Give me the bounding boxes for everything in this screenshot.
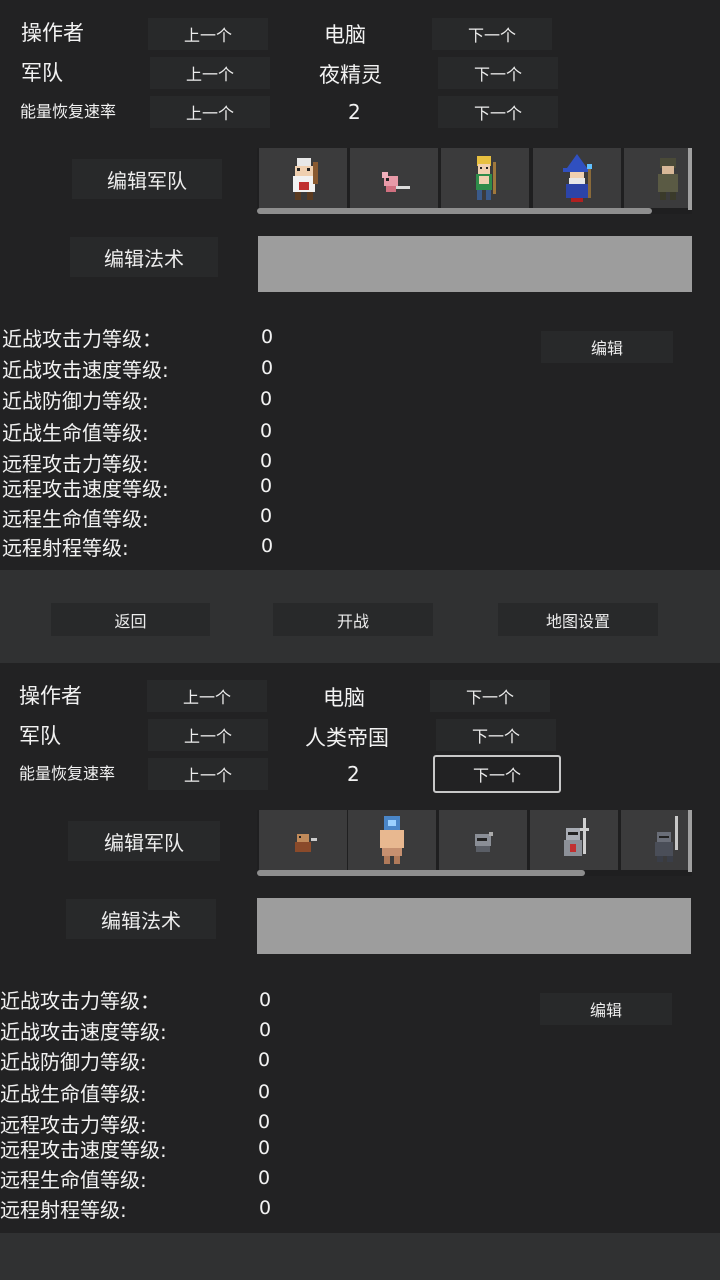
edit-stats-button[interactable]: 编辑	[541, 331, 673, 363]
operator-value: 电脑	[324, 23, 366, 47]
edit-spell-button[interactable]: 编辑法术	[66, 899, 216, 939]
knight-unit-icon	[564, 818, 589, 856]
stat-value: 0	[260, 505, 273, 527]
edit-spell-button[interactable]: 编辑法术	[70, 237, 218, 277]
stat-value: 0	[259, 989, 272, 1011]
unit-list-scrollbar[interactable]	[257, 870, 585, 876]
stat-label: 近战防御力等级:	[0, 1050, 147, 1074]
unit-slot[interactable]	[348, 810, 436, 870]
energy-next-button[interactable]: 下一个	[433, 755, 561, 793]
edit-army-button[interactable]: 编辑军队	[68, 821, 220, 861]
edit-stats-button[interactable]: 编辑	[540, 993, 672, 1025]
operator-prev-button[interactable]: 上一个	[148, 18, 268, 50]
operator-next-button[interactable]: 下一个	[430, 680, 550, 712]
stat-label: 远程攻击速度等级:	[0, 1138, 167, 1162]
army-next-button[interactable]: 下一个	[436, 719, 556, 751]
white-hood-unit-icon	[293, 158, 318, 200]
stat-label: 远程攻击力等级:	[0, 1113, 147, 1137]
energy-rate-value: 2	[347, 762, 360, 786]
stat-value: 0	[260, 388, 273, 410]
stat-label: 远程攻击速度等级:	[2, 477, 169, 501]
blue-wizard-unit-icon	[563, 154, 592, 202]
army-label: 军队	[21, 61, 63, 85]
unit-slot[interactable]	[259, 810, 347, 870]
unit-list-edge	[688, 810, 692, 872]
stat-label: 远程攻击力等级:	[2, 452, 149, 476]
army-value: 夜精灵	[319, 63, 382, 87]
operator-prev-button[interactable]: 上一个	[147, 680, 267, 712]
stat-value: 0	[260, 450, 273, 472]
swordsman-unit-icon	[655, 816, 678, 862]
map-settings-button[interactable]: 地图设置	[498, 603, 658, 636]
energy-prev-button[interactable]: 上一个	[148, 758, 268, 790]
energy-next-button[interactable]: 下一个	[438, 96, 558, 128]
unit-slot[interactable]	[441, 148, 529, 208]
stat-value: 0	[261, 535, 274, 557]
edit-army-button[interactable]: 编辑军队	[72, 159, 222, 199]
stat-label: 近战攻击速度等级:	[0, 1020, 167, 1044]
stat-value: 0	[259, 1197, 272, 1219]
unit-slot[interactable]	[259, 148, 347, 208]
dark-ranger-unit-icon	[658, 158, 678, 200]
unit-list[interactable]	[257, 148, 692, 214]
army-label: 军队	[19, 724, 61, 748]
stat-label: 近战防御力等级:	[2, 389, 149, 413]
stat-label: 远程射程等级:	[0, 1198, 127, 1222]
operator-value: 电脑	[323, 686, 365, 710]
back-button[interactable]: 返回	[51, 603, 210, 636]
peasant-unit-icon	[295, 834, 317, 852]
stat-value: 0	[258, 1167, 271, 1189]
stat-label: 近战攻击力等级：	[0, 989, 160, 1013]
unit-slot[interactable]	[533, 148, 621, 208]
elf-archer-unit-icon	[476, 156, 496, 200]
stat-value: 0	[261, 357, 274, 379]
stat-label: 近战攻击速度等级:	[2, 358, 169, 382]
battle-action-bar: 返回 开战 地图设置	[0, 570, 720, 663]
energy-rate-label: 能量恢复速率	[20, 102, 117, 121]
stat-value: 0	[258, 1137, 271, 1159]
unit-list-edge	[688, 148, 692, 210]
operator-label: 操作者	[19, 684, 82, 708]
helmet-soldier-unit-icon	[475, 832, 493, 852]
army-prev-button[interactable]: 上一个	[150, 57, 270, 89]
energy-prev-button[interactable]: 上一个	[150, 96, 270, 128]
stat-value: 0	[260, 475, 273, 497]
energy-rate-value: 2	[348, 100, 361, 124]
unit-slot[interactable]	[624, 148, 692, 208]
army-prev-button[interactable]: 上一个	[148, 719, 268, 751]
stat-value: 0	[261, 326, 274, 348]
spell-list[interactable]	[258, 236, 692, 292]
stat-value: 0	[258, 1049, 271, 1071]
stat-label: 远程射程等级:	[2, 536, 129, 560]
army-next-button[interactable]: 下一个	[438, 57, 558, 89]
unit-slot[interactable]	[621, 810, 692, 870]
operator-next-button[interactable]: 下一个	[432, 18, 552, 50]
stat-value: 0	[260, 420, 273, 442]
pink-creature-unit-icon	[382, 172, 410, 192]
army-value: 人类帝国	[305, 726, 389, 750]
start-battle-button[interactable]: 开战	[273, 603, 433, 636]
operator-label: 操作者	[21, 21, 84, 45]
unit-list[interactable]	[257, 810, 692, 876]
unit-slot[interactable]	[530, 810, 618, 870]
stat-label: 近战生命值等级:	[2, 421, 149, 445]
stat-value: 0	[258, 1111, 271, 1133]
blue-helmet-warrior-unit-icon	[380, 816, 404, 864]
stat-label: 近战攻击力等级：	[2, 327, 162, 351]
spell-list[interactable]	[257, 898, 691, 954]
stat-value: 0	[258, 1081, 271, 1103]
stat-label: 远程生命值等级:	[2, 507, 149, 531]
unit-list-scrollbar[interactable]	[257, 208, 652, 214]
unit-slot[interactable]	[350, 148, 438, 208]
energy-rate-label: 能量恢复速率	[19, 764, 116, 783]
stat-value: 0	[259, 1019, 272, 1041]
player-2-panel: 操作者 上一个 电脑 下一个 军队 上一个 人类帝国 下一个 能量恢复速率 上一…	[0, 663, 720, 1233]
stat-label: 近战生命值等级:	[0, 1082, 147, 1106]
player-1-panel: 操作者 上一个 电脑 下一个 军队 上一个 夜精灵 下一个 能量恢复速率 上一个…	[0, 0, 720, 570]
unit-slot[interactable]	[439, 810, 527, 870]
stat-label: 远程生命值等级:	[0, 1168, 147, 1192]
